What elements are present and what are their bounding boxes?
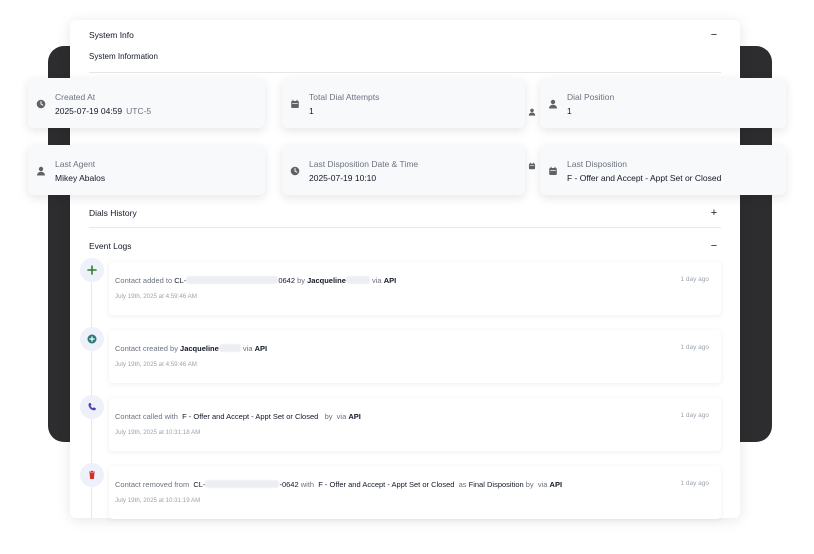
- dials-history-title: Dials History: [89, 208, 137, 218]
- event-log-item: Contact created by Jacqueline via API Ju…: [109, 330, 721, 383]
- collapse-toggle[interactable]: −: [707, 29, 721, 41]
- clock-icon: [36, 99, 46, 109]
- expand-toggle[interactable]: +: [707, 207, 721, 219]
- divider: [89, 72, 721, 73]
- event-log-relative-time: 1 day ago: [680, 276, 709, 283]
- dials-history-header[interactable]: Dials History +: [89, 202, 721, 224]
- card-label: Dial Position: [567, 92, 615, 102]
- event-log-text: Contact removed from CL- -0642 with F - O…: [115, 480, 563, 489]
- person-icon: [549, 99, 557, 109]
- event-log-relative-time: 1 day ago: [680, 344, 709, 351]
- system-info-title: System Info: [89, 30, 134, 40]
- card-value: 2025-07-19 10:10: [309, 173, 377, 183]
- info-card-last-disposition: Last Disposition F - Offer and Accept - …: [540, 145, 786, 195]
- divider: [89, 227, 721, 228]
- timezone-label: UTC-5: [126, 106, 152, 116]
- info-card-total-dial-attempts: Total Dial Attempts 1: [282, 78, 525, 128]
- event-log-text: Contact created by Jacqueline via API: [115, 344, 268, 353]
- system-information-subtitle: System Information: [89, 52, 158, 61]
- phone-icon: [80, 395, 104, 419]
- card-value: 2025-07-19 04:59 UTC-5: [55, 106, 152, 116]
- card-label: Created At: [55, 92, 96, 102]
- plus-circle-icon: [80, 327, 104, 351]
- screenshot-stage: System Info − System Information Dials H…: [0, 0, 814, 554]
- calendar-icon: [549, 166, 557, 175]
- event-log-item: Contact added to CL- 0642 by Jacqueline v…: [109, 262, 721, 315]
- event-logs-header[interactable]: Event Logs −: [89, 235, 721, 257]
- event-log-item: Contact removed from CL- -0642 with F - O…: [109, 466, 721, 519]
- info-card-last-disposition-date: Last Disposition Date & Time 2025-07-19 …: [282, 145, 525, 195]
- card-label: Last Disposition Date & Time: [309, 159, 419, 169]
- trash-icon: [80, 463, 104, 487]
- event-log-item: Contact called with F - Offer and Accept…: [109, 398, 721, 451]
- collapse-toggle[interactable]: −: [707, 240, 721, 252]
- event-log-timestamp: July 19th, 2025 at 4:59:46 AM: [115, 293, 197, 300]
- card-value: 1: [309, 106, 314, 116]
- event-log-timestamp: July 19th, 2025 at 4:59:46 AM: [115, 361, 197, 368]
- info-card-created-at: Created At 2025-07-19 04:59 UTC-5: [28, 78, 265, 128]
- event-log-text: Contact called with F - Offer and Accept…: [115, 412, 361, 421]
- calendar-icon: [528, 162, 536, 170]
- event-log-text: Contact added to CL- 0642 by Jacqueline v…: [115, 276, 397, 285]
- card-value: Mikey Abalos: [55, 173, 106, 183]
- card-value: 1: [567, 106, 572, 116]
- card-label: Last Agent: [55, 159, 96, 169]
- person-icon: [37, 166, 45, 176]
- card-label: Total Dial Attempts: [309, 92, 380, 102]
- event-logs-title: Event Logs: [89, 241, 132, 251]
- person-icon: [528, 108, 536, 116]
- card-value: F - Offer and Accept - Appt Set or Close…: [567, 173, 722, 183]
- event-log-timestamp: July 19th, 2025 at 10:31:18 AM: [115, 429, 201, 436]
- event-log-relative-time: 1 day ago: [680, 412, 709, 419]
- clock-icon: [290, 166, 300, 176]
- event-log-relative-time: 1 day ago: [680, 480, 709, 487]
- event-log-timestamp: July 19th, 2025 at 10:31:19 AM: [115, 497, 201, 504]
- info-card-last-agent: Last Agent Mikey Abalos: [28, 145, 265, 195]
- card-label: Last Disposition: [567, 159, 628, 169]
- calendar-icon: [291, 99, 299, 108]
- plus-icon: [80, 258, 104, 282]
- info-card-dial-position: Dial Position 1: [540, 78, 786, 128]
- system-info-header[interactable]: System Info −: [89, 24, 721, 46]
